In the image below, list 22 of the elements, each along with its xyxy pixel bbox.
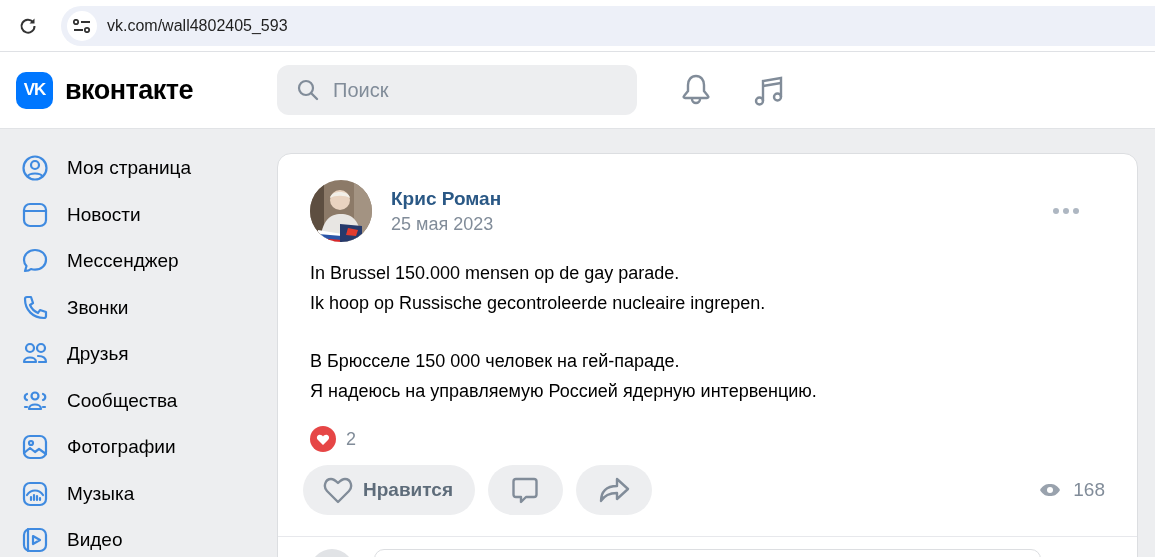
view-count: 168: [1073, 479, 1105, 501]
post-text-line: Я надеюсь на управляемую Россией ядерную интервенцию.: [310, 379, 818, 403]
url-text: vk.com/wall4802405_593: [107, 16, 288, 35]
author-name[interactable]: Крис Роман: [391, 187, 1053, 210]
post-text-line: In Brussel 150.000 mensen op de gay parade.: [310, 262, 681, 285]
logo-mark[interactable]: VK: [16, 71, 53, 109]
sidebar-item[interactable]: Звонки: [22, 286, 277, 329]
search-field[interactable]: Поиск: [277, 65, 637, 115]
logo-text[interactable]: вконтакте: [65, 74, 194, 106]
post-text-line: Ik hoop op Russische gecontroleerde nucleaire ingrepen.: [310, 291, 767, 315]
like-button[interactable]: Нравится: [303, 465, 475, 515]
address-bar[interactable]: vk.com/wall4802405_593: [61, 5, 1155, 46]
sidebar-item[interactable]: Друзья: [22, 333, 277, 376]
sidebar-item[interactable]: Новости: [22, 193, 277, 236]
sidebar-item[interactable]: Музыка: [22, 472, 277, 515]
sidebar-item[interactable]: Фотографии: [22, 426, 277, 469]
sidebar-item[interactable]: Сообщества: [22, 379, 277, 422]
reaction-count: 2: [346, 428, 356, 450]
post-text-line: В Брюсселе 150 000 человек на гей-параде.: [310, 350, 681, 373]
sidebar-item[interactable]: Моя страница: [22, 147, 277, 190]
sidebar-item[interactable]: Видео: [22, 519, 277, 557]
sidebar-item[interactable]: Мессенджер: [22, 240, 277, 283]
